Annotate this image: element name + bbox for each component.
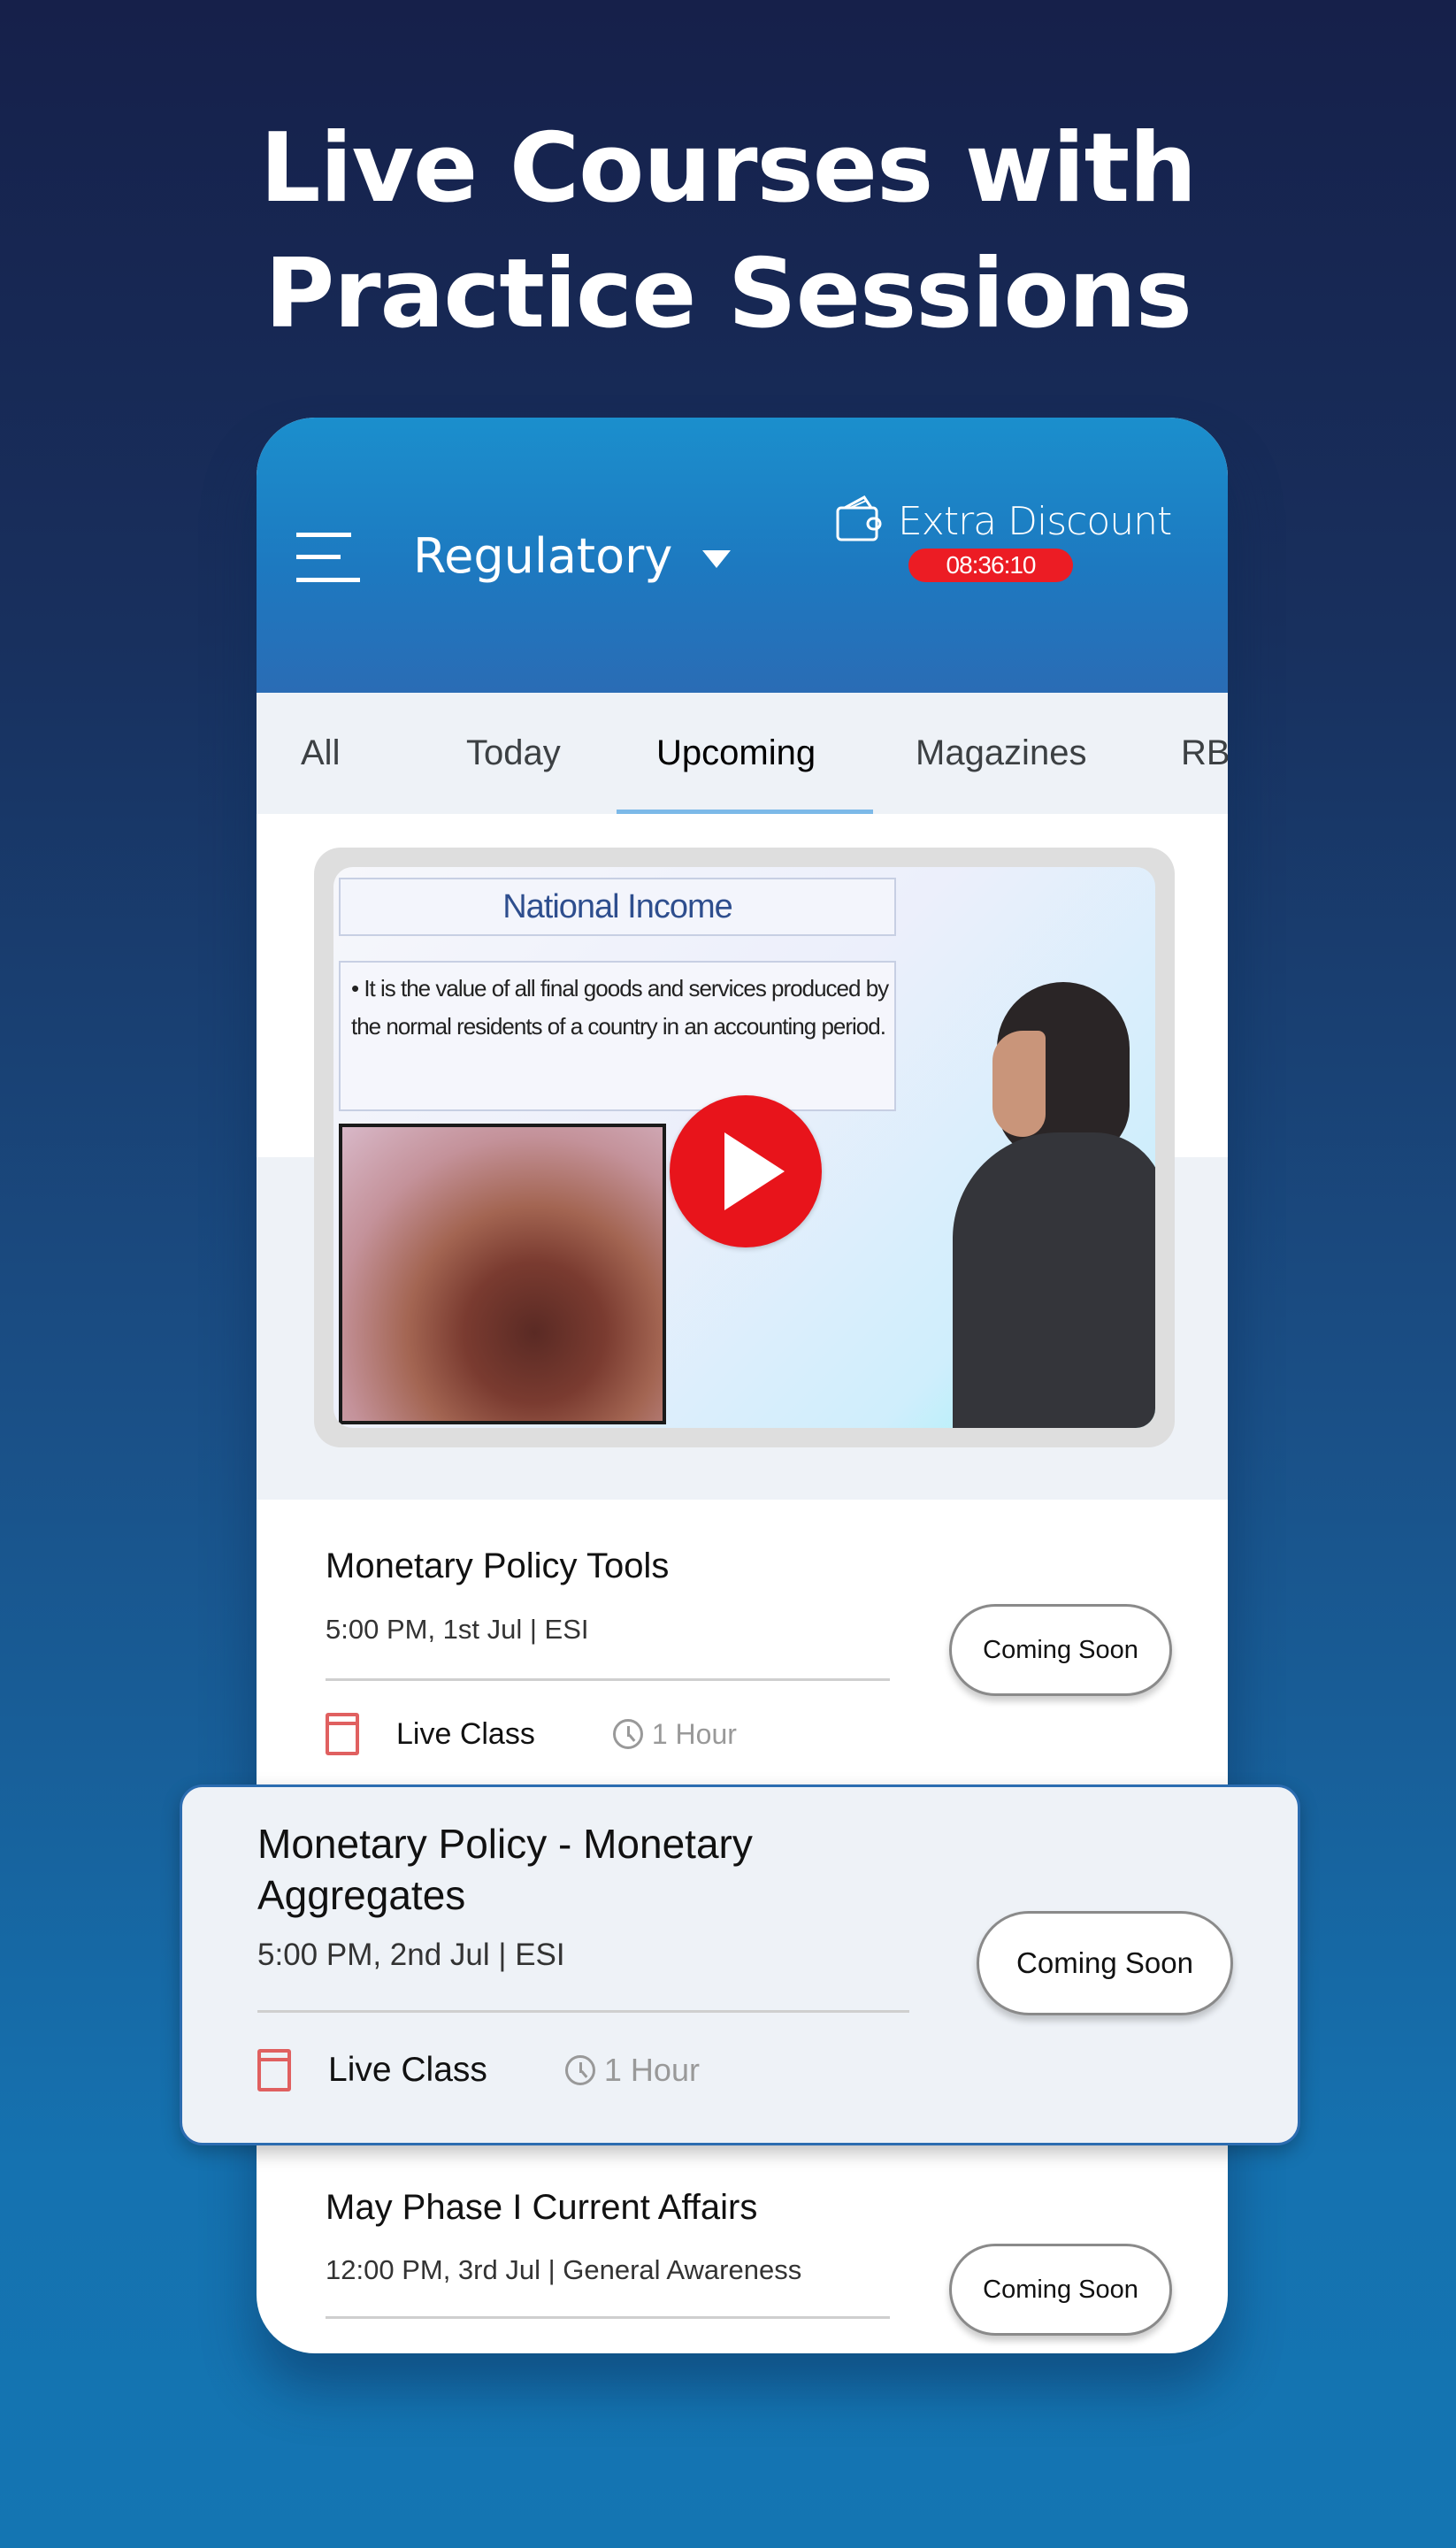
video-preview[interactable]: National Income • It is the value of all… (314, 848, 1175, 1447)
slide-title-box: National Income (339, 878, 896, 936)
promo-headline-line1: Live Courses with (259, 113, 1197, 224)
slide-title: National Income (502, 888, 733, 925)
extra-discount-button[interactable]: Extra Discount 08:36:10 (836, 495, 1190, 602)
coins-image (339, 1124, 666, 1424)
video-thumbnail: National Income • It is the value of all… (333, 867, 1155, 1428)
live-class-icon (326, 1713, 359, 1755)
caret-down-icon (702, 550, 732, 568)
session-item-highlighted[interactable]: Monetary Policy - Monetary Aggregates 5:… (180, 1784, 1300, 2145)
session-duration: 1 Hour (603, 2052, 700, 2088)
tab-all[interactable]: All (301, 728, 340, 778)
coming-soon-button[interactable]: Coming Soon (977, 1911, 1233, 2015)
wallet-icon (836, 495, 882, 541)
session-subtitle: 12:00 PM, 3rd Jul | General Awareness (326, 2254, 802, 2285)
tab-upcoming[interactable]: Upcoming (656, 728, 816, 778)
session-meta: Live Class 1 Hour (326, 1708, 737, 1761)
session-title: Monetary Policy - Monetary Aggregates (257, 1821, 753, 1918)
extra-discount-label: Extra Discount (898, 499, 1172, 544)
session-duration: 1 Hour (651, 1717, 737, 1750)
session-item[interactable]: May Phase I Current Affairs 12:00 PM, 3r… (257, 2165, 1228, 2353)
promo-headline: Live Courses with Practice Sessions (0, 106, 1456, 357)
category-label: Regulatory (413, 528, 673, 584)
live-class-icon (257, 2049, 291, 2091)
session-divider (257, 2010, 909, 2013)
tab-magazines[interactable]: Magazines (916, 728, 1086, 778)
slide-body-box: • It is the value of all final goods and… (339, 961, 896, 1111)
tab-bar: All Today Upcoming Magazines RB (257, 693, 1228, 814)
category-dropdown[interactable]: Regulatory (413, 526, 732, 587)
session-subtitle: 5:00 PM, 1st Jul | ESI (326, 1614, 589, 1645)
teacher-figure (953, 1132, 1155, 1428)
hamburger-menu-icon[interactable] (296, 533, 360, 582)
tab-rb[interactable]: RB (1181, 728, 1228, 778)
play-icon[interactable] (670, 1095, 822, 1247)
session-meta: Live Class 1 Hour (257, 2044, 700, 2097)
session-subtitle: 5:00 PM, 2nd Jul | ESI (257, 1938, 565, 1972)
promo-headline-line2: Practice Sessions (264, 239, 1192, 349)
session-title: May Phase I Current Affairs (326, 2188, 758, 2227)
teacher-face (992, 1031, 1046, 1137)
app-header: Regulatory Extra Discount 08:36:10 (257, 418, 1228, 693)
coming-soon-button[interactable]: Coming Soon (949, 2244, 1172, 2336)
coming-soon-button[interactable]: Coming Soon (949, 1604, 1172, 1696)
session-divider (326, 1678, 890, 1681)
tab-today[interactable]: Today (466, 728, 561, 778)
clock-icon (564, 2055, 595, 2085)
session-divider (326, 2316, 890, 2319)
discount-timer-badge: 08:36:10 (908, 549, 1073, 582)
active-tab-indicator (617, 810, 873, 814)
clock-icon (612, 1719, 643, 1749)
session-type: Live Class (328, 2051, 487, 2089)
slide-body-text: • It is the value of all final goods and… (351, 975, 889, 1040)
session-title: Monetary Policy Tools (326, 1546, 670, 1585)
session-type: Live Class (396, 1716, 535, 1751)
